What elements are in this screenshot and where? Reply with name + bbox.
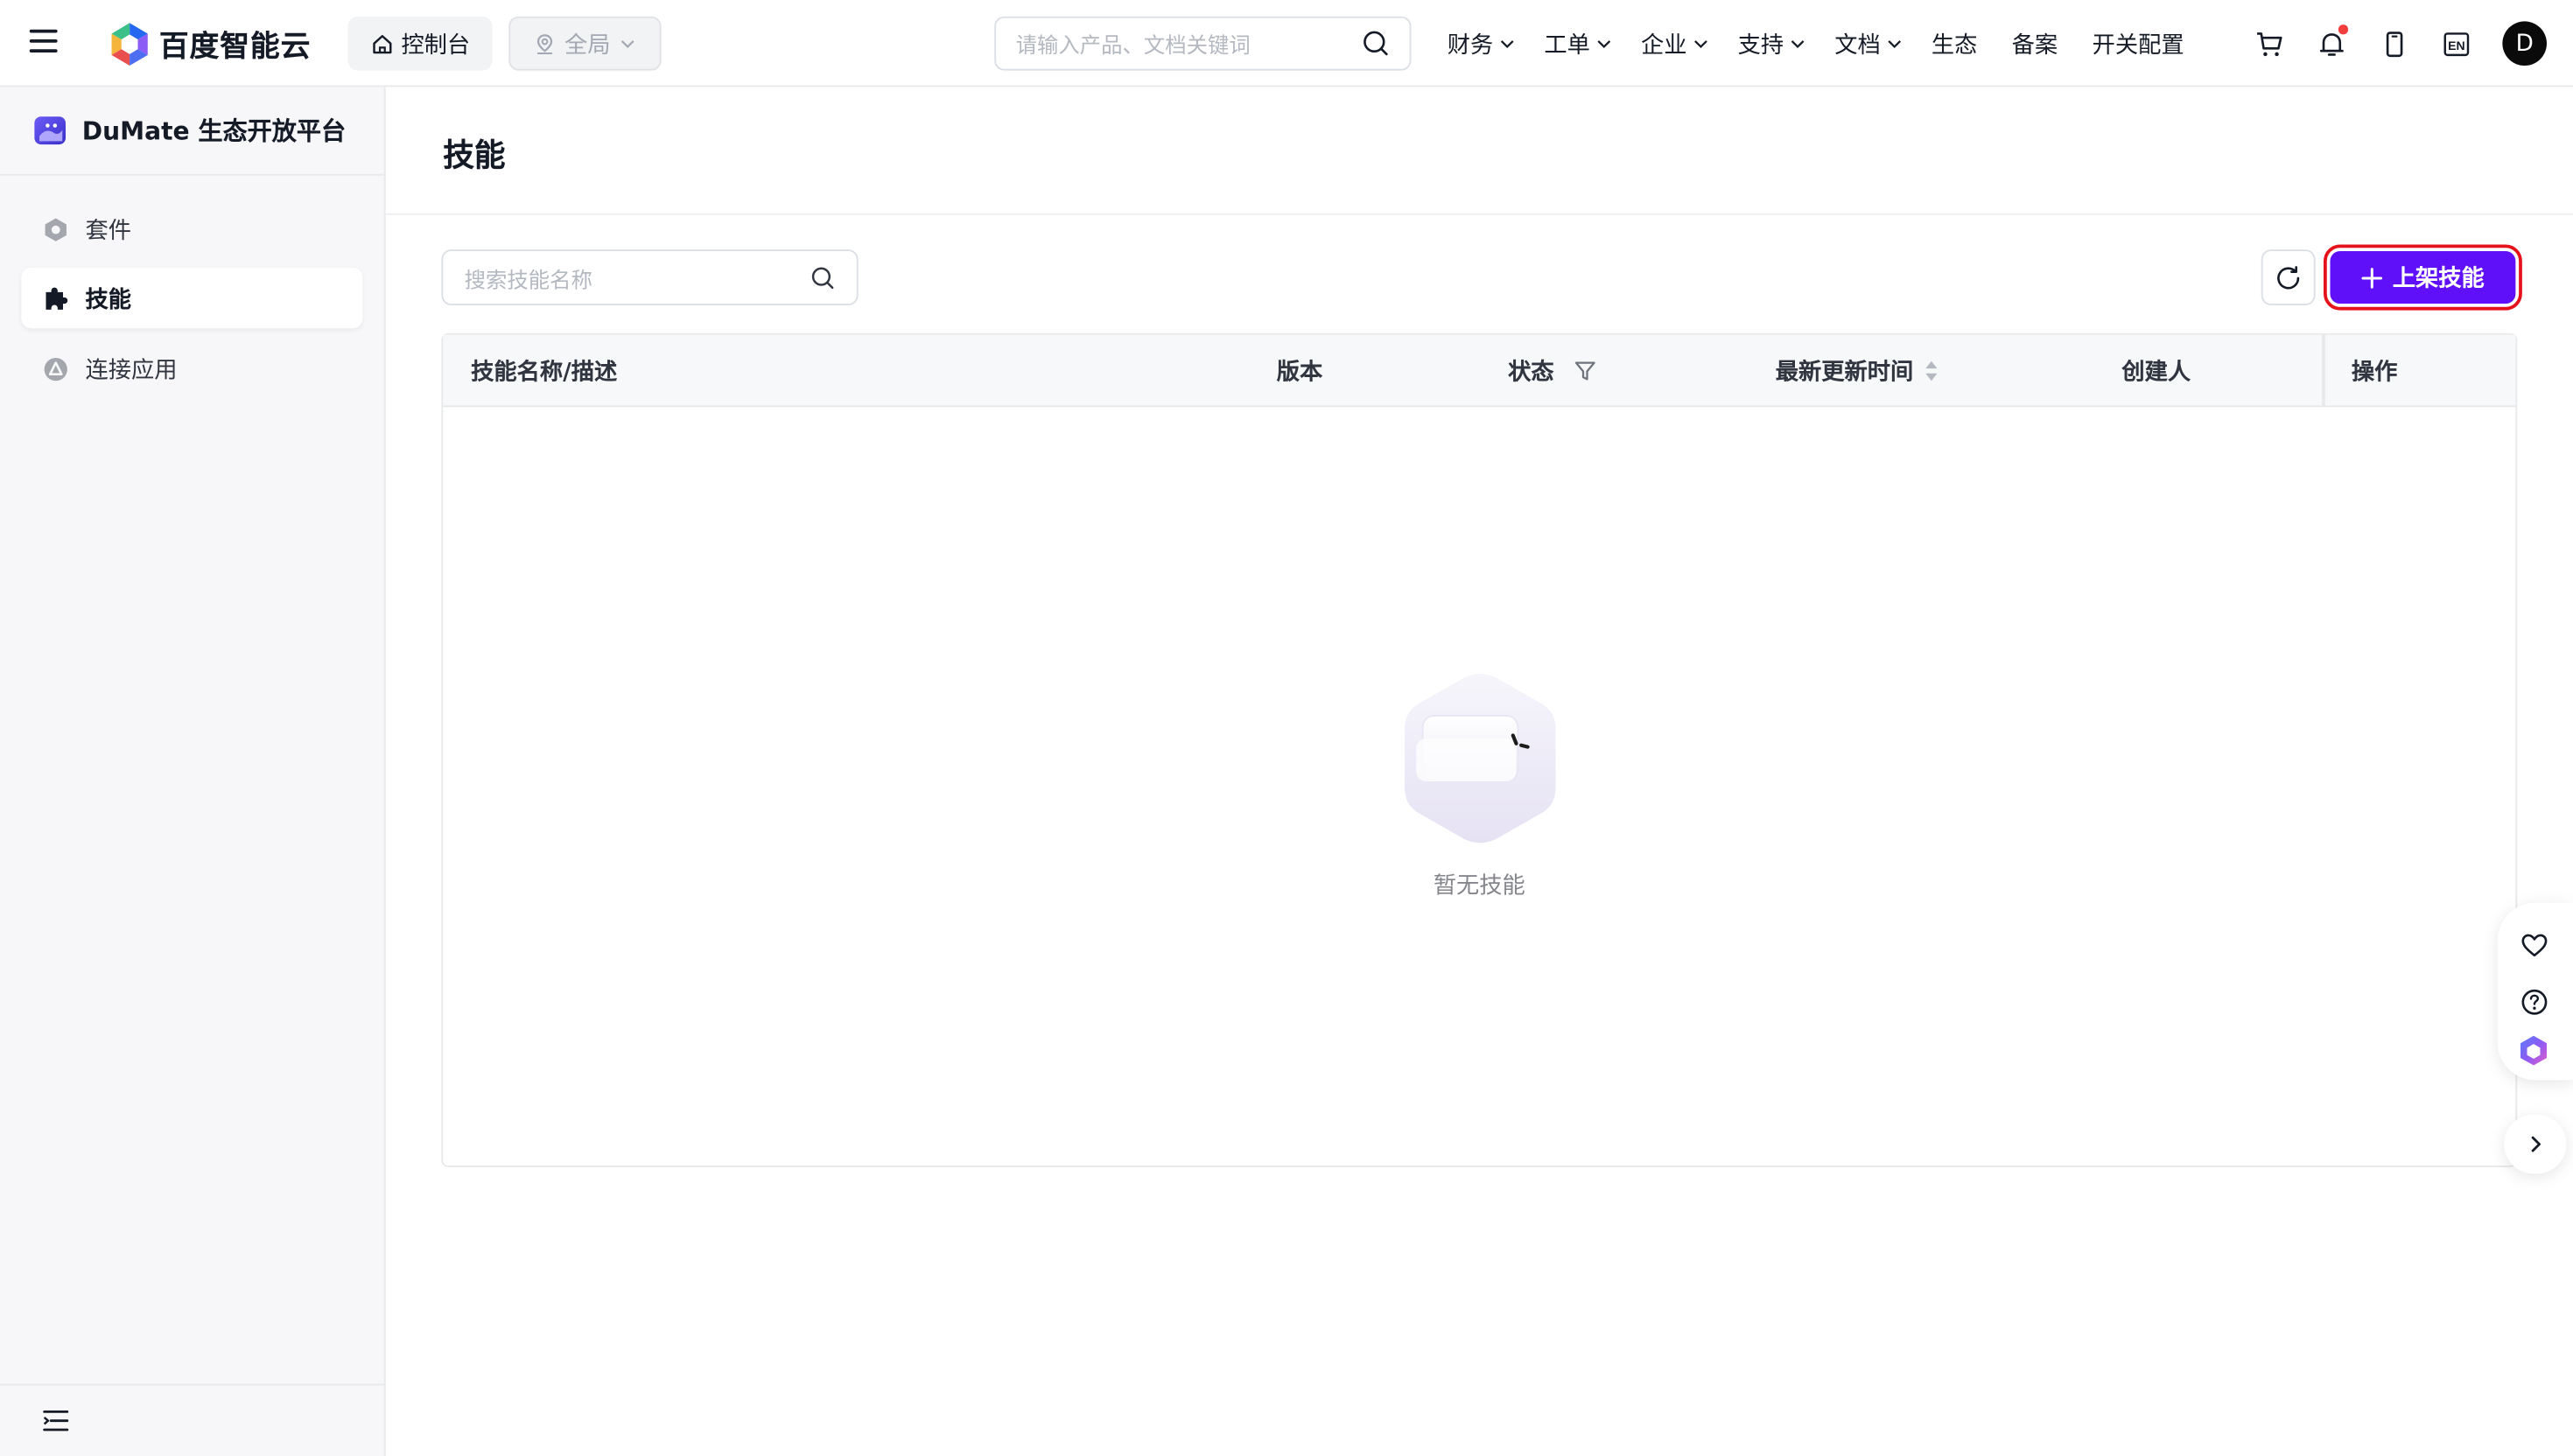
baidu-cloud-logo-icon [111, 23, 148, 66]
floating-toolbar [2497, 902, 2573, 1081]
notification-dot [2338, 24, 2349, 35]
title-divider [385, 213, 2573, 215]
sidebar-item-skills[interactable]: 技能 [21, 267, 363, 329]
skills-table: 技能名称/描述 版本 状态 最新更新时间 创建人 操作 暂无技能 [441, 332, 2518, 1167]
chevron-right-icon [2531, 1136, 2541, 1152]
sidebar-item-label: 技能 [85, 286, 132, 313]
sidebar-footer [0, 1383, 384, 1456]
sidebar-item-connect-apps[interactable]: 连接应用 [21, 338, 362, 398]
chevron-down-icon [1500, 40, 1514, 49]
platform-title: DuMate 生态开放平台 [81, 116, 347, 146]
nav-enterprise[interactable]: 企业 [1641, 27, 1710, 60]
nav-filing[interactable]: 备案 [2012, 27, 2058, 60]
cart-icon[interactable] [2252, 26, 2288, 62]
nav-filing-label: 备案 [2011, 32, 2058, 59]
brand-name: 百度智能云 [158, 29, 312, 65]
expand-floating-button[interactable] [2504, 1114, 2567, 1174]
assistant-logo-icon[interactable] [2517, 1034, 2550, 1068]
top-utility-icons: EN [2252, 23, 2501, 66]
sidebar-item-label: 套件 [85, 217, 132, 244]
search-icon[interactable] [810, 265, 835, 290]
bell-icon[interactable] [2314, 24, 2350, 62]
column-header-label: 创建人 [2121, 358, 2191, 385]
add-skill-button[interactable]: 上架技能 [2324, 244, 2522, 311]
fixed-column-divider [2322, 334, 2325, 406]
filter-icon[interactable] [1574, 359, 1596, 382]
column-header-creator: 创建人 [2121, 335, 2191, 406]
nav-support[interactable]: 支持 [1738, 27, 1807, 60]
skill-search-placeholder: 搜索技能名称 [464, 268, 592, 293]
menu-icon[interactable] [29, 29, 58, 54]
avatar-letter: D [2515, 30, 2534, 57]
platform-header: DuMate 生态开放平台 [0, 87, 384, 176]
home-icon [372, 34, 391, 53]
top-navigation-bar: 百度智能云 控制台 全局 请输入产品、文档关键词 财务 工单 企业 支持 文档 … [0, 0, 2573, 88]
column-header-label: 最新更新时间 [1775, 358, 1914, 385]
nav-enterprise-label: 企业 [1641, 32, 1687, 59]
nav-ticket[interactable]: 工单 [1544, 27, 1613, 60]
nav-support-label: 支持 [1737, 32, 1784, 59]
refresh-icon [2277, 265, 2300, 289]
global-search-input[interactable]: 请输入产品、文档关键词 [994, 16, 1412, 71]
help-icon[interactable] [2519, 986, 2548, 1016]
top-nav-menu: 财务 工单 企业 支持 文档 生态 备案 开关配置 [1448, 0, 2219, 87]
column-header-label: 版本 [1276, 358, 1323, 385]
nav-ecosystem-label: 生态 [1931, 32, 1978, 59]
console-label: 控制台 [401, 32, 471, 59]
chevron-down-icon [620, 40, 634, 49]
nav-finance-label: 财务 [1447, 32, 1494, 59]
language-en-label: EN [2448, 38, 2465, 52]
column-header-version: 版本 [1277, 335, 1323, 406]
chevron-down-icon [1597, 40, 1611, 49]
plus-icon [2361, 267, 2383, 288]
column-header-status: 状态 [1508, 335, 1596, 406]
nav-docs[interactable]: 文档 [1834, 27, 1903, 60]
empty-state: 暂无技能 [443, 671, 2515, 901]
mobile-icon[interactable] [2376, 26, 2412, 62]
sidebar-item-label: 连接应用 [85, 357, 178, 384]
sidebar-item-suite[interactable]: 套件 [21, 199, 362, 259]
user-avatar[interactable]: D [2502, 21, 2547, 66]
global-search-placeholder: 请输入产品、文档关键词 [1015, 34, 1251, 60]
column-header-updated-time[interactable]: 最新更新时间 [1776, 335, 1940, 406]
nav-finance[interactable]: 财务 [1448, 27, 1517, 60]
page-title: 技能 [443, 137, 506, 174]
nav-switch-config-label: 开关配置 [2092, 32, 2184, 59]
column-header-label: 状态 [1508, 358, 1554, 385]
region-selector[interactable]: 全局 [508, 16, 662, 71]
table-header: 技能名称/描述 版本 状态 最新更新时间 创建人 操作 [443, 334, 2516, 408]
refresh-button[interactable] [2261, 249, 2316, 305]
chevron-down-icon [1694, 40, 1707, 49]
brand-logo[interactable]: 百度智能云 [109, 21, 312, 67]
location-icon [536, 33, 553, 54]
region-label: 全局 [564, 32, 611, 59]
column-header-actions: 操作 [2352, 335, 2398, 406]
language-en-icon[interactable]: EN [2438, 26, 2474, 62]
nav-ticket-label: 工单 [1544, 32, 1590, 59]
search-icon[interactable] [1362, 30, 1390, 58]
column-header-label: 技能名称/描述 [471, 358, 618, 385]
empty-state-text: 暂无技能 [1433, 873, 1525, 900]
puzzle-icon [46, 286, 68, 309]
nav-docs-label: 文档 [1834, 32, 1881, 59]
dumate-logo-icon [34, 116, 66, 145]
column-header-label: 操作 [2351, 358, 2398, 385]
collapse-sidebar-icon[interactable] [43, 1409, 69, 1433]
sort-icon[interactable] [1924, 357, 1940, 383]
console-button[interactable]: 控制台 [347, 16, 493, 71]
favorite-icon[interactable] [2519, 931, 2548, 961]
chevron-down-icon [1888, 40, 1902, 49]
skill-search-input[interactable]: 搜索技能名称 [441, 249, 859, 305]
app-connect-icon [44, 357, 67, 381]
nav-switch-config[interactable]: 开关配置 [2093, 27, 2184, 60]
empty-box-icon [1404, 674, 1555, 844]
add-skill-label: 上架技能 [2392, 265, 2485, 292]
sidebar: DuMate 生态开放平台 套件 技能 连接应用 [0, 87, 386, 1456]
suite-icon [45, 217, 67, 241]
chevron-down-icon [1791, 40, 1805, 49]
nav-ecosystem[interactable]: 生态 [1932, 27, 1978, 60]
column-header-name: 技能名称/描述 [471, 335, 617, 406]
